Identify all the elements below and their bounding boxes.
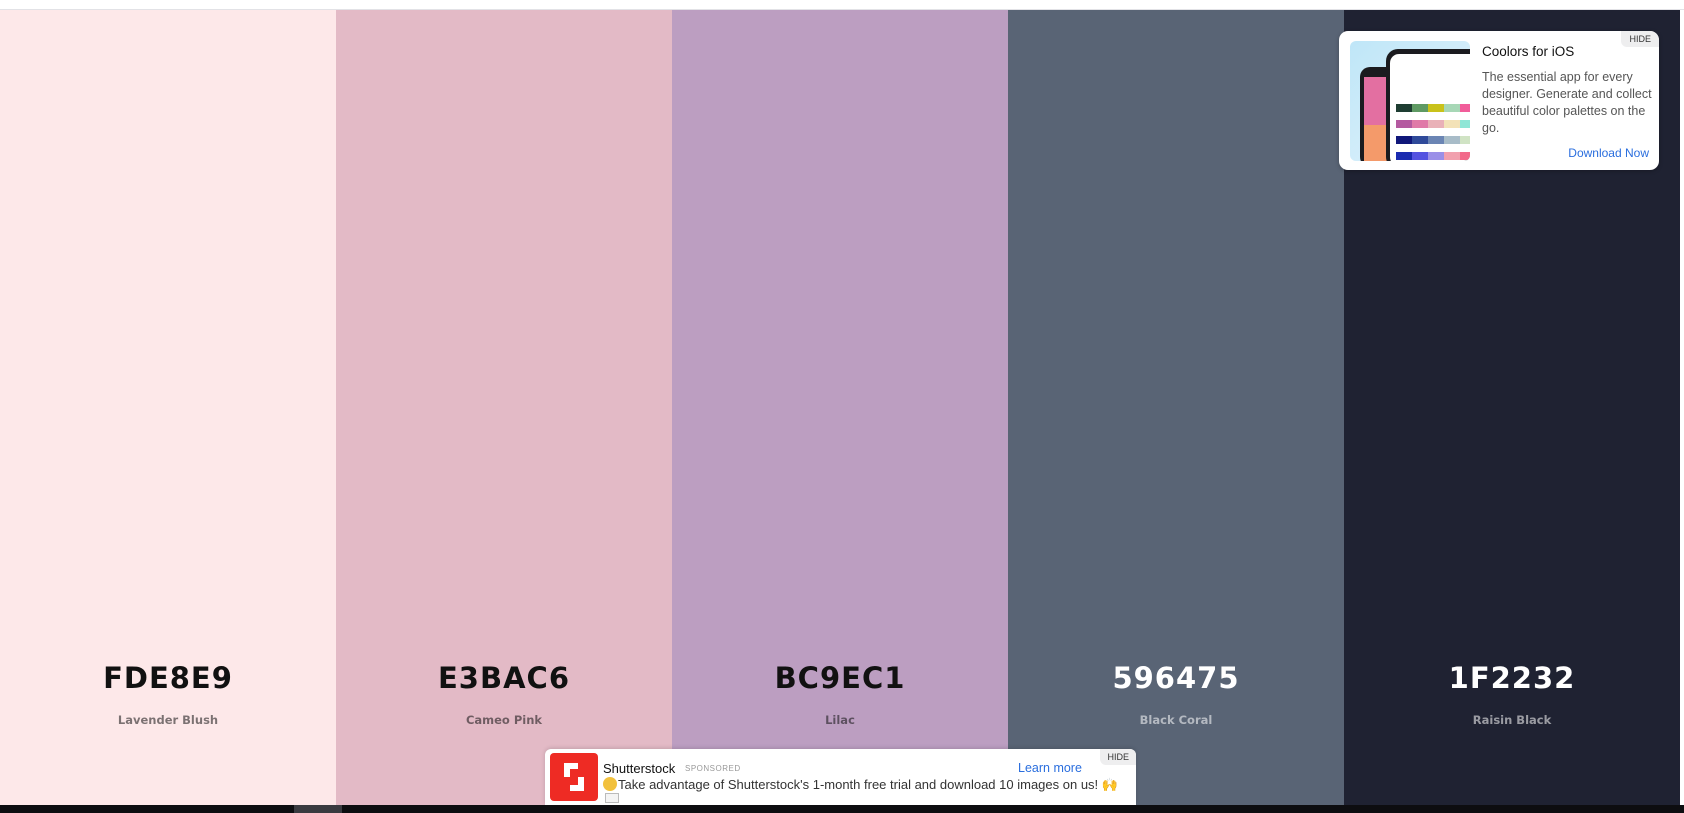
swatch-hex[interactable]: 596475 [1008,661,1344,695]
taskbar-item[interactable] [294,805,342,813]
top-bar [0,0,1684,10]
color-swatch-2[interactable]: E3BAC6 Cameo Pink [336,10,672,805]
download-now-link[interactable]: Download Now [1568,146,1649,160]
swatch-color-name: Lilac [825,713,855,727]
shutterstock-logo-icon[interactable] [550,753,598,801]
swatch-hex[interactable]: FDE8E9 [0,661,336,695]
scrollbar-track[interactable] [1680,10,1684,270]
broken-image-icon [605,793,619,803]
color-swatch-3[interactable]: BC9EC1 Lilac [672,10,1008,805]
swatch-color-name: Lavender Blush [117,713,219,727]
phone-mockup-image [1350,41,1470,161]
swatch-color-name: Raisin Black [1472,713,1552,727]
learn-more-link[interactable]: Learn more [1018,761,1082,775]
color-swatch-4[interactable]: 596475 Black Coral [1008,10,1344,805]
emoji-icon [603,777,617,791]
taskbar [0,805,1684,813]
sponsored-label: SPONSORED [685,764,741,773]
shutterstock-logo-glyph [564,763,584,791]
ad-description: The essential app for every designer. Ge… [1482,70,1652,135]
shutterstock-ad[interactable]: Shutterstock SPONSORED Learn more Take a… [545,749,1136,805]
ad-brand[interactable]: Shutterstock [603,761,675,776]
color-swatch-1[interactable]: FDE8E9 Lavender Blush [0,10,336,805]
swatch-hex[interactable]: BC9EC1 [672,661,1008,695]
swatch-color-name: Cameo Pink [465,713,543,727]
ios-app-ad[interactable]: Coolors for iOS The essential app for ev… [1339,31,1659,170]
hide-ad-button[interactable]: HIDE [1621,31,1659,47]
hide-ad-button[interactable]: HIDE [1100,749,1136,765]
phone-front-image [1386,49,1470,161]
swatch-hex[interactable]: 1F2232 [1344,661,1680,695]
ad-message-text: Take advantage of Shutterstock's 1-month… [618,777,1118,792]
ad-title[interactable]: Coolors for iOS [1482,44,1574,59]
swatch-hex[interactable]: E3BAC6 [336,661,672,695]
swatch-color-name: Black Coral [1139,713,1213,727]
ad-message: Take advantage of Shutterstock's 1-month… [603,777,1118,793]
